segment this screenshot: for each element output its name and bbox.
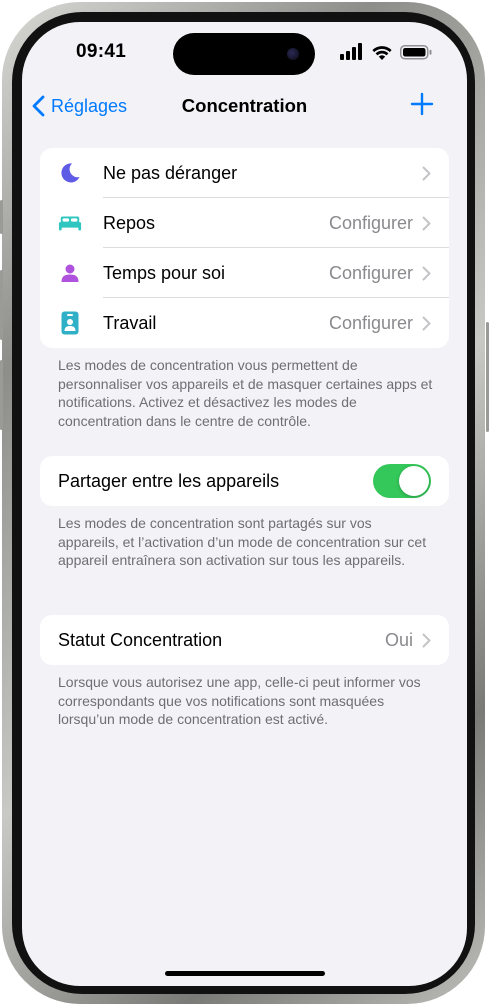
focus-status-group: Statut Concentration Oui: [40, 615, 449, 665]
focus-modes-list: Ne pas déranger Repos Configurer Temps p…: [40, 148, 449, 348]
chevron-right-icon: [422, 266, 431, 281]
list-item-value: Configurer: [328, 312, 413, 333]
focus-status-label: Statut Concentration: [58, 629, 223, 650]
person-icon: [58, 261, 82, 285]
moon-icon: [58, 161, 82, 185]
chevron-right-icon: [422, 316, 431, 331]
share-across-devices-row: Partager entre les appareils: [40, 456, 449, 506]
focus-modes-footnote: Les modes de concentration vous permette…: [58, 357, 433, 429]
list-item-value: Configurer: [328, 212, 413, 233]
list-item-label: Repos: [103, 212, 156, 233]
toggle-knob: [399, 466, 429, 496]
bed-icon: [58, 211, 82, 235]
action-button: [0, 200, 3, 234]
home-indicator[interactable]: [165, 971, 325, 976]
focus-status-value: Oui: [384, 629, 413, 650]
share-across-devices-toggle[interactable]: [373, 464, 431, 498]
screen: 09:41 Réglages Concentration Ne pas déra…: [22, 22, 467, 986]
add-icon[interactable]: [410, 92, 434, 116]
list-item-label: Ne pas déranger: [103, 162, 238, 183]
list-item-value: Configurer: [328, 262, 413, 283]
badge-icon: [58, 311, 82, 335]
status-icons: [340, 43, 432, 60]
dynamic-island: [173, 33, 315, 75]
battery-icon: [400, 45, 432, 60]
volume-down-button: [0, 360, 3, 430]
wifi-icon: [372, 46, 392, 60]
status-bar: 09:41: [22, 22, 467, 82]
list-item-temps-pour-soi[interactable]: Temps pour soi Configurer: [40, 248, 449, 298]
list-item-ne-pas-deranger[interactable]: Ne pas déranger: [40, 148, 449, 198]
focus-status-footnote: Lorsque vous autorisez une app, celle-ci…: [58, 674, 421, 727]
volume-up-button: [0, 270, 3, 340]
chevron-right-icon: [422, 216, 431, 231]
share-across-devices-label: Partager entre les appareils: [58, 470, 280, 491]
chevron-right-icon: [422, 633, 431, 648]
page-title: Concentration: [181, 95, 308, 116]
chevron-right-icon: [422, 166, 431, 181]
focus-status-row[interactable]: Statut Concentration Oui: [40, 615, 449, 665]
cellular-signal-icon: [340, 43, 362, 60]
status-time: 09:41: [76, 41, 127, 62]
list-item-repos[interactable]: Repos Configurer: [40, 198, 449, 248]
share-group: Partager entre les appareils: [40, 456, 449, 506]
camera-icon: [287, 48, 299, 60]
share-footnote: Les modes de concentration sont partagés…: [58, 515, 427, 568]
list-item-label: Travail: [103, 312, 157, 333]
list-item-travail[interactable]: Travail Configurer: [40, 298, 449, 348]
list-item-label: Temps pour soi: [103, 262, 226, 283]
navigation-bar: Réglages Concentration: [22, 84, 467, 128]
